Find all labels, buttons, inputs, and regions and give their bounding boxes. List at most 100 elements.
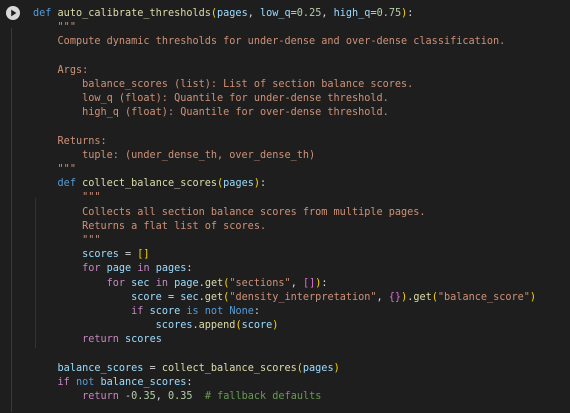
code-token: [] [137,249,150,261]
code-token: : [321,277,328,289]
code-line[interactable]: return scores [33,333,570,347]
code-token: if [131,305,144,317]
code-line[interactable]: high_q (float): Quantile for over-dense … [33,106,570,120]
code-token: score [241,320,273,332]
code-token: def [57,178,76,190]
code-line[interactable]: """ [33,234,570,248]
code-token: collect_balance_scores [161,362,297,374]
code-token: ) [333,362,340,374]
code-line[interactable] [33,50,570,64]
code-token: 0.35 [131,391,156,403]
code-token: , [247,8,260,19]
code-token: """ [57,164,76,176]
code-line[interactable] [33,121,570,135]
code-line[interactable]: def collect_balance_scores(pages): [33,177,570,191]
code-line[interactable]: balance_scores = collect_balance_scores(… [33,362,570,376]
code-token: , [155,391,168,403]
code-token: if [57,376,70,388]
code-token: for [106,277,126,289]
code-token: pages [155,263,187,275]
play-icon [11,9,17,17]
code-token: not [204,305,224,317]
code-token: 0.75 [376,8,402,19]
code-line[interactable]: Returns: [33,135,570,149]
code-token: """ [82,235,101,246]
code-token: balance_scores (list): List of section b… [82,78,414,90]
code-line[interactable]: return -0.35, 0.35 # fallback defaults [33,390,570,404]
code-token: Collects all section balance scores from… [82,206,426,218]
code-token: : [186,376,193,388]
code-token: Compute dynamic thresholds for under-den… [57,36,506,48]
code-line[interactable]: Args: [33,64,570,78]
code-token: 0.35 [168,391,193,403]
code-token: get [413,291,432,303]
code-line[interactable]: balance_scores (list): List of section b… [33,78,570,92]
code-token: balance_scores [57,362,144,374]
code-token: "density_interpretation" [229,291,377,303]
code-line[interactable]: for sec in page.get("sections", []): [33,277,570,291]
code-token: sec [131,277,150,289]
code-token: not [75,376,95,388]
code-line[interactable]: if score is not None: [33,305,570,319]
code-token: in [155,277,168,289]
code-editor[interactable]: def auto_calibrate_thresholds(pages, low… [0,0,570,413]
code-line[interactable]: """ [33,163,570,177]
code-line[interactable]: tuple: (under_dense_th, over_dense_th) [33,149,570,163]
code-token: : [259,178,267,190]
code-token: : [407,8,414,19]
code-line[interactable] [33,348,570,362]
code-token: append [198,320,236,332]
code-line[interactable]: for page in pages: [33,262,570,276]
code-token: balance_scores [100,376,187,388]
code-line[interactable]: """ [33,21,570,35]
code-token: Returns: [57,135,107,147]
code-line[interactable]: Compute dynamic thresholds for under-den… [33,35,570,49]
code-content[interactable]: def auto_calibrate_thresholds(pages, low… [33,7,570,404]
code-line[interactable]: Returns a flat list of scores. [33,220,570,234]
code-token: low_q [259,8,291,19]
code-token: collect_balance_scores [82,178,218,190]
code-line[interactable]: score = sec.get("density_interpretation"… [33,291,570,305]
code-token: = [118,249,138,261]
code-line[interactable]: scores = [] [33,248,570,262]
code-line[interactable]: scores.append(score) [33,319,570,333]
code-token: [] [302,277,316,289]
code-token: Args: [57,64,89,76]
code-line[interactable]: def auto_calibrate_thresholds(pages, low… [33,7,570,21]
code-line[interactable]: if not balance_scores: [33,376,570,390]
code-token: - [118,391,132,403]
code-token: ) [529,291,537,303]
code-line[interactable]: low_q (float): Quantile for under-dense … [33,92,570,106]
code-token: = [143,362,162,374]
code-token: "balance_score" [437,291,530,303]
code-token: get [204,291,224,303]
code-token: scores [155,320,193,332]
code-token: is [186,305,199,317]
code-token: tuple: (under_dense_th, over_dense_th) [82,149,316,161]
code-line[interactable]: Collects all section balance scores from… [33,206,570,220]
code-token: scores [82,249,119,261]
code-token: sec [180,291,199,303]
code-token: get [204,277,224,289]
run-cell-button[interactable] [6,6,20,20]
code-token: return [82,391,119,403]
code-token: page [174,277,199,289]
code-line[interactable]: """ [33,191,570,205]
code-token: ) [272,320,279,332]
code-token: None [229,305,254,317]
code-token: = [161,291,181,303]
